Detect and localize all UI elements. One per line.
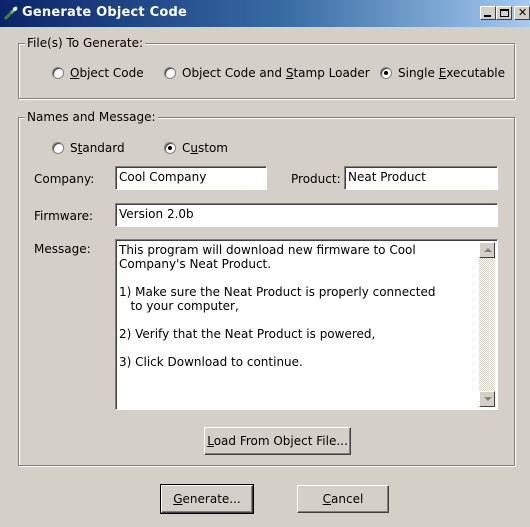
generate-object-code-dialog: Generate Object Code ✕ File(s) To Genera… [0,0,530,527]
radio-selected-dot [168,146,172,150]
files-group-legend: File(s) To Generate: [25,36,146,50]
radio-circle [380,67,392,79]
company-input[interactable]: Cool Company [115,166,267,190]
minimize-icon [484,15,491,17]
radio-object-code[interactable]: Object Code [52,66,144,80]
arrow-down-icon [484,397,492,401]
radio-circle [164,142,176,154]
label-post: ancel [331,492,364,506]
radio-circle [52,67,64,79]
close-icon: ✕ [518,6,528,19]
label-pre: Single [398,66,439,80]
label-post: enerate... [182,492,241,506]
message-text: This program will download new firmware … [119,243,436,369]
app-icon [4,6,18,20]
message-scrollbar[interactable] [479,242,495,407]
window-title: Generate Object Code [22,5,187,20]
message-textarea[interactable]: This program will download new firmware … [115,239,498,410]
radio-standard-label: Standard [70,141,125,155]
firmware-input[interactable]: Version 2.0b [115,203,498,227]
names-group-legend: Names and Message: [25,110,158,124]
close-button[interactable]: ✕ [514,6,530,20]
minimize-button[interactable] [480,6,496,20]
label-pre: Object Code and [182,66,286,80]
label-post: tamp Loader [293,66,370,80]
radio-custom[interactable]: Custom [164,141,228,155]
maximize-button[interactable] [496,6,512,20]
label-post: bject Code [79,66,144,80]
generate-button[interactable]: Generate... [160,484,254,514]
radio-object-code-stamp-loader[interactable]: Object Code and Stamp Loader [164,66,370,80]
label-accel: C [322,492,332,506]
label-post: stom [198,141,228,155]
product-label: Product: [291,172,341,186]
label-post: oad From Object File... [213,434,348,448]
radio-custom-label: Custom [182,141,228,155]
radio-single-executable[interactable]: Single Executable [380,66,505,80]
maximize-icon [500,9,509,17]
radio-selected-dot [384,71,388,75]
label-pre: S [70,141,78,155]
label-post: xecutable [446,66,506,80]
files-to-generate-group: File(s) To Generate: Object Code Object … [18,36,515,99]
names-and-message-group: Names and Message: Standard Custom Compa… [18,110,515,466]
label-accel: u [190,141,198,155]
company-label: Company: [34,172,95,186]
radio-stamp-loader-label: Object Code and Stamp Loader [182,66,370,80]
message-label: Message: [34,242,91,256]
radio-circle [52,142,64,154]
radio-standard[interactable]: Standard [52,141,125,155]
title-bar[interactable]: Generate Object Code ✕ [0,0,530,27]
load-from-object-file-button[interactable]: Load From Object File... [204,427,351,455]
scroll-down-button[interactable] [479,391,495,407]
radio-circle [164,67,176,79]
product-input[interactable]: Neat Product [344,166,498,190]
arrow-up-icon [484,248,492,252]
firmware-label: Firmware: [34,209,94,223]
label-accel: G [173,492,183,506]
radio-object-code-label: Object Code [70,66,144,80]
scroll-up-button[interactable] [479,242,495,258]
cancel-button[interactable]: Cancel [297,485,389,513]
label-post: andard [82,141,125,155]
radio-single-executable-label: Single Executable [398,66,505,80]
